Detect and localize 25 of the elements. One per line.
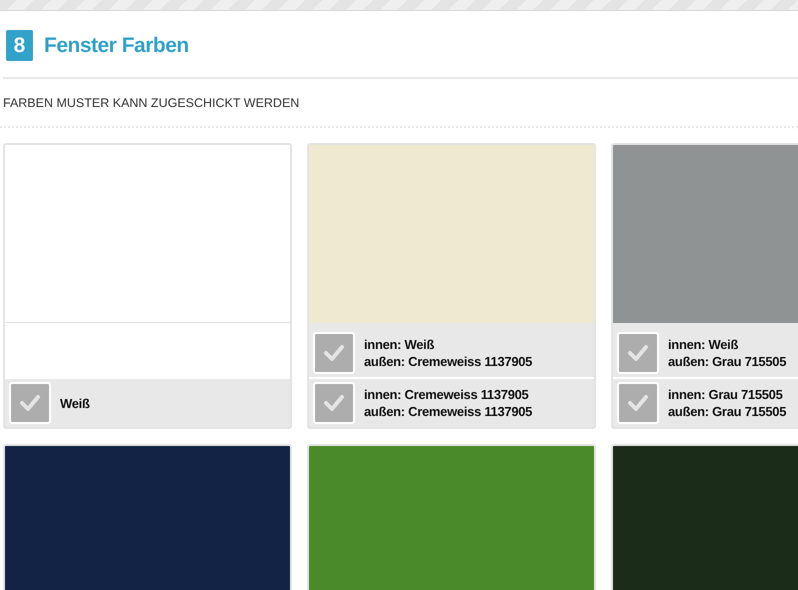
option-label: innen: Weiß	[668, 336, 740, 353]
checkbox[interactable]	[617, 332, 659, 374]
section-note: FARBEN MUSTER KANN ZUGESCHICKT WERDEN	[0, 79, 798, 128]
step-number-badge: 8	[6, 30, 33, 61]
option-label: innen: Weiß	[364, 336, 436, 353]
check-icon	[627, 394, 649, 412]
check-icon	[323, 394, 345, 412]
checkbox[interactable]	[313, 382, 355, 424]
option-label: innen: Grau 715505	[668, 386, 784, 403]
option-label: Weiß	[60, 394, 90, 412]
option-label: außen: Grau 715505	[668, 353, 786, 370]
checkbox[interactable]	[313, 332, 355, 374]
option-label: außen: Grau 715505	[668, 403, 786, 420]
option-label: außen: Cremeweiss 1137905	[364, 353, 532, 370]
section-title: Fenster Farben	[44, 34, 189, 58]
check-icon	[323, 344, 345, 362]
checkbox[interactable]	[617, 382, 659, 424]
check-icon	[627, 344, 649, 362]
checkbox[interactable]	[9, 382, 51, 424]
option-label: außen: Cremeweiss 1137905	[364, 403, 532, 420]
color-option[interactable]: innen: Grau 715505 außen: Grau 715505	[613, 377, 798, 427]
check-icon	[19, 394, 41, 412]
option-label: innen: Cremeweiss 1137905	[364, 386, 530, 403]
color-option[interactable]: innen: Cremeweiss 1137905 außen: Cremeweiss 1137905	[309, 377, 594, 427]
color-option[interactable]: Weiß	[5, 379, 290, 427]
